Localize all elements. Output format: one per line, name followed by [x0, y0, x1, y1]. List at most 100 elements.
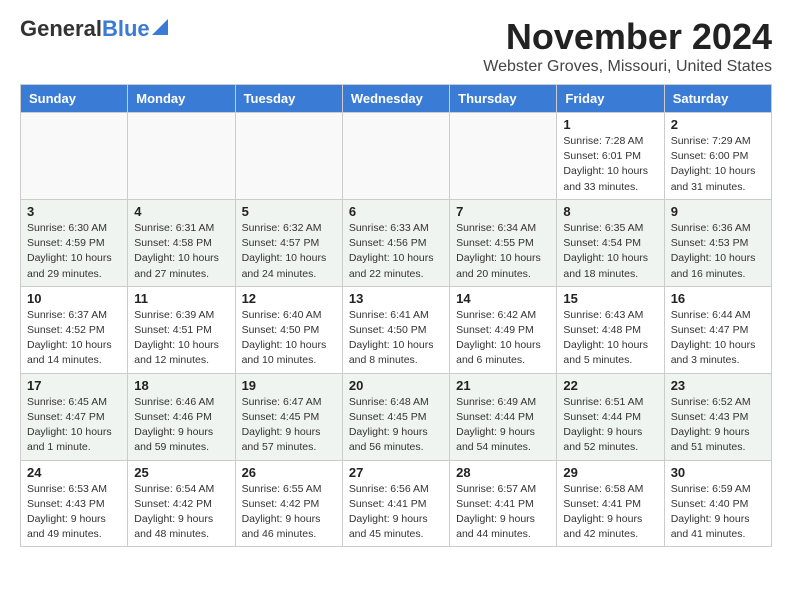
- day-number: 14: [456, 291, 550, 306]
- location-title: Webster Groves, Missouri, United States: [483, 58, 772, 76]
- day-number: 7: [456, 204, 550, 219]
- logo-triangle-icon: [152, 19, 168, 35]
- page-container: General Blue November 2024 Webster Grove…: [0, 0, 792, 563]
- day-info: Sunrise: 6:49 AM Sunset: 4:44 PM Dayligh…: [456, 395, 550, 456]
- day-number: 21: [456, 378, 550, 393]
- day-number: 23: [671, 378, 765, 393]
- day-info: Sunrise: 6:45 AM Sunset: 4:47 PM Dayligh…: [27, 395, 121, 456]
- day-number: 18: [134, 378, 228, 393]
- day-info: Sunrise: 7:29 AM Sunset: 6:00 PM Dayligh…: [671, 134, 765, 195]
- day-info: Sunrise: 7:28 AM Sunset: 6:01 PM Dayligh…: [563, 134, 657, 195]
- day-number: 16: [671, 291, 765, 306]
- day-number: 26: [242, 465, 336, 480]
- day-number: 6: [349, 204, 443, 219]
- table-row: [450, 113, 557, 200]
- table-row: 12 Sunrise: 6:40 AM Sunset: 4:50 PM Dayli…: [235, 286, 342, 373]
- table-row: 10 Sunrise: 6:37 AM Sunset: 4:52 PM Dayli…: [21, 286, 128, 373]
- logo-general: General: [20, 16, 102, 42]
- day-number: 3: [27, 204, 121, 219]
- day-info: Sunrise: 6:39 AM Sunset: 4:51 PM Dayligh…: [134, 308, 228, 369]
- day-info: Sunrise: 6:40 AM Sunset: 4:50 PM Dayligh…: [242, 308, 336, 369]
- day-info: Sunrise: 6:55 AM Sunset: 4:42 PM Dayligh…: [242, 482, 336, 543]
- table-row: 3Sunrise: 6:30 AM Sunset: 4:59 PM Daylig…: [21, 199, 128, 286]
- col-friday: Friday: [557, 85, 664, 113]
- day-info: Sunrise: 6:51 AM Sunset: 4:44 PM Dayligh…: [563, 395, 657, 456]
- day-info: Sunrise: 6:54 AM Sunset: 4:42 PM Dayligh…: [134, 482, 228, 543]
- col-sunday: Sunday: [21, 85, 128, 113]
- day-number: 15: [563, 291, 657, 306]
- day-number: 29: [563, 465, 657, 480]
- day-number: 30: [671, 465, 765, 480]
- day-info: Sunrise: 6:41 AM Sunset: 4:50 PM Dayligh…: [349, 308, 443, 369]
- table-row: 19Sunrise: 6:47 AM Sunset: 4:45 PM Dayli…: [235, 373, 342, 460]
- table-row: 7 Sunrise: 6:34 AM Sunset: 4:55 PM Daylig…: [450, 199, 557, 286]
- month-title: November 2024: [483, 16, 772, 58]
- table-row: 2Sunrise: 7:29 AM Sunset: 6:00 PM Daylig…: [664, 113, 771, 200]
- day-info: Sunrise: 6:53 AM Sunset: 4:43 PM Dayligh…: [27, 482, 121, 543]
- day-info: Sunrise: 6:37 AM Sunset: 4:52 PM Dayligh…: [27, 308, 121, 369]
- table-row: 24 Sunrise: 6:53 AM Sunset: 4:43 PM Dayli…: [21, 460, 128, 547]
- day-number: 5: [242, 204, 336, 219]
- table-row: 9Sunrise: 6:36 AM Sunset: 4:53 PM Daylig…: [664, 199, 771, 286]
- table-row: 13 Sunrise: 6:41 AM Sunset: 4:50 PM Dayli…: [342, 286, 449, 373]
- table-row: 17 Sunrise: 6:45 AM Sunset: 4:47 PM Dayli…: [21, 373, 128, 460]
- calendar-table: Sunday Monday Tuesday Wednesday Thursday…: [20, 84, 772, 547]
- day-number: 13: [349, 291, 443, 306]
- table-row: 23 Sunrise: 6:52 AM Sunset: 4:43 PM Dayli…: [664, 373, 771, 460]
- day-info: Sunrise: 6:31 AM Sunset: 4:58 PM Dayligh…: [134, 221, 228, 282]
- table-row: 29 Sunrise: 6:58 AM Sunset: 4:41 PM Dayli…: [557, 460, 664, 547]
- day-info: Sunrise: 6:52 AM Sunset: 4:43 PM Dayligh…: [671, 395, 765, 456]
- day-info: Sunrise: 6:34 AM Sunset: 4:55 PM Dayligh…: [456, 221, 550, 282]
- col-thursday: Thursday: [450, 85, 557, 113]
- header: General Blue November 2024 Webster Grove…: [20, 16, 772, 76]
- day-number: 20: [349, 378, 443, 393]
- table-row: 5Sunrise: 6:32 AM Sunset: 4:57 PM Daylig…: [235, 199, 342, 286]
- day-number: 28: [456, 465, 550, 480]
- day-info: Sunrise: 6:56 AM Sunset: 4:41 PM Dayligh…: [349, 482, 443, 543]
- table-row: 25 Sunrise: 6:54 AM Sunset: 4:42 PM Dayli…: [128, 460, 235, 547]
- logo-blue: Blue: [102, 16, 150, 42]
- logo: General Blue: [20, 16, 168, 42]
- col-wednesday: Wednesday: [342, 85, 449, 113]
- day-info: Sunrise: 6:47 AM Sunset: 4:45 PM Dayligh…: [242, 395, 336, 456]
- table-row: 6Sunrise: 6:33 AM Sunset: 4:56 PM Daylig…: [342, 199, 449, 286]
- table-row: 22 Sunrise: 6:51 AM Sunset: 4:44 PM Dayli…: [557, 373, 664, 460]
- day-number: 10: [27, 291, 121, 306]
- table-row: [342, 113, 449, 200]
- day-info: Sunrise: 6:58 AM Sunset: 4:41 PM Dayligh…: [563, 482, 657, 543]
- col-saturday: Saturday: [664, 85, 771, 113]
- day-number: 12: [242, 291, 336, 306]
- day-info: Sunrise: 6:42 AM Sunset: 4:49 PM Dayligh…: [456, 308, 550, 369]
- table-row: 16 Sunrise: 6:44 AM Sunset: 4:47 PM Dayli…: [664, 286, 771, 373]
- table-row: 14 Sunrise: 6:42 AM Sunset: 4:49 PM Dayli…: [450, 286, 557, 373]
- day-info: Sunrise: 6:59 AM Sunset: 4:40 PM Dayligh…: [671, 482, 765, 543]
- day-number: 24: [27, 465, 121, 480]
- day-number: 22: [563, 378, 657, 393]
- day-number: 8: [563, 204, 657, 219]
- day-number: 4: [134, 204, 228, 219]
- title-section: November 2024 Webster Groves, Missouri, …: [483, 16, 772, 76]
- table-row: 15Sunrise: 6:43 AM Sunset: 4:48 PM Dayli…: [557, 286, 664, 373]
- day-number: 27: [349, 465, 443, 480]
- day-number: 25: [134, 465, 228, 480]
- table-row: 26 Sunrise: 6:55 AM Sunset: 4:42 PM Dayli…: [235, 460, 342, 547]
- table-row: 28 Sunrise: 6:57 AM Sunset: 4:41 PM Dayli…: [450, 460, 557, 547]
- table-row: 30 Sunrise: 6:59 AM Sunset: 4:40 PM Dayli…: [664, 460, 771, 547]
- table-row: [21, 113, 128, 200]
- col-monday: Monday: [128, 85, 235, 113]
- table-row: 1Sunrise: 7:28 AM Sunset: 6:01 PM Daylig…: [557, 113, 664, 200]
- day-info: Sunrise: 6:36 AM Sunset: 4:53 PM Dayligh…: [671, 221, 765, 282]
- table-row: [235, 113, 342, 200]
- table-row: 18 Sunrise: 6:46 AM Sunset: 4:46 PM Dayli…: [128, 373, 235, 460]
- day-info: Sunrise: 6:57 AM Sunset: 4:41 PM Dayligh…: [456, 482, 550, 543]
- day-info: Sunrise: 6:35 AM Sunset: 4:54 PM Dayligh…: [563, 221, 657, 282]
- table-row: 8 Sunrise: 6:35 AM Sunset: 4:54 PM Daylig…: [557, 199, 664, 286]
- day-number: 17: [27, 378, 121, 393]
- day-info: Sunrise: 6:48 AM Sunset: 4:45 PM Dayligh…: [349, 395, 443, 456]
- table-row: 4 Sunrise: 6:31 AM Sunset: 4:58 PM Daylig…: [128, 199, 235, 286]
- day-info: Sunrise: 6:46 AM Sunset: 4:46 PM Dayligh…: [134, 395, 228, 456]
- col-tuesday: Tuesday: [235, 85, 342, 113]
- calendar-header-row: Sunday Monday Tuesday Wednesday Thursday…: [21, 85, 772, 113]
- day-info: Sunrise: 6:44 AM Sunset: 4:47 PM Dayligh…: [671, 308, 765, 369]
- table-row: 11Sunrise: 6:39 AM Sunset: 4:51 PM Dayli…: [128, 286, 235, 373]
